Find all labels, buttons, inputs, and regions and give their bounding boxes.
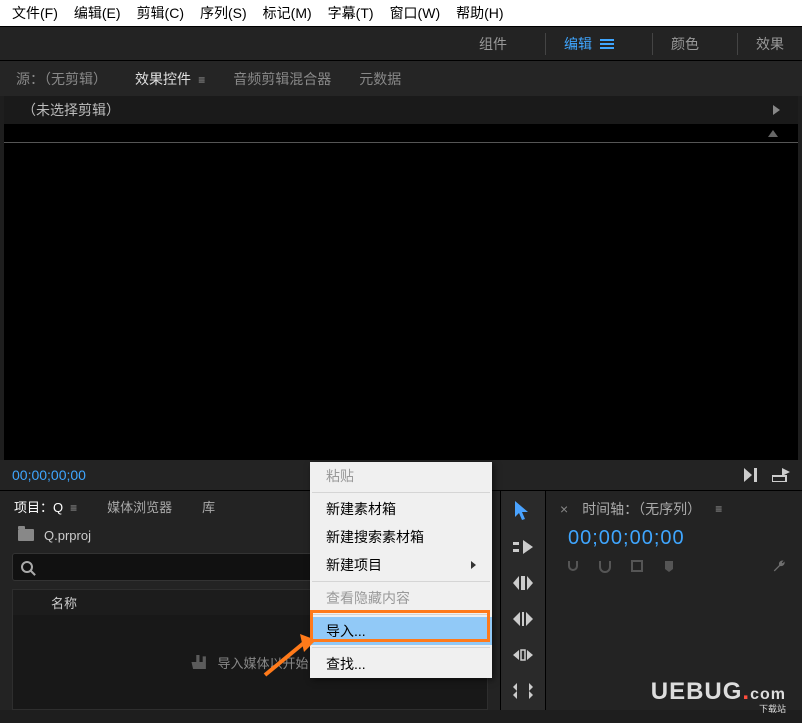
menu-sequence[interactable]: 序列(S) <box>192 1 255 25</box>
menu-window[interactable]: 窗口(W) <box>382 1 449 25</box>
ctx-import-label: 导入... <box>326 621 366 641</box>
track-select-tool-icon[interactable] <box>511 535 535 559</box>
timeline-title: 时间轴：（无序列） <box>582 499 701 519</box>
source-viewer <box>4 142 798 460</box>
workspace-bar: 组件 编辑 颜色 效果 <box>0 26 802 60</box>
export-frame-icon[interactable] <box>772 468 790 482</box>
hamburger-icon[interactable] <box>600 39 614 49</box>
watermark-brand: UEBUG <box>651 678 743 705</box>
ctx-new-search-bin[interactable]: 新建搜索素材箱 <box>310 523 492 551</box>
collapse-up-icon[interactable] <box>768 130 778 137</box>
ctx-paste-label: 粘贴 <box>326 466 354 486</box>
menubar: 文件(F) 编辑(E) 剪辑(C) 序列(S) 标记(M) 字幕(T) 窗口(W… <box>0 0 802 26</box>
timeline-timecode: 00;00;00;00 <box>568 527 788 550</box>
menu-file[interactable]: 文件(F) <box>4 1 66 25</box>
workspace-assembly[interactable]: 组件 <box>461 27 525 60</box>
razor-tool-icon[interactable] <box>511 607 535 631</box>
watermark: UEBUG.com 下载站 <box>651 678 786 715</box>
ctx-view-hidden: 查看隐藏内容 <box>310 584 492 612</box>
source-panel-tabs: 源：（无剪辑） 效果控件 ≡ 音频剪辑混合器 元数据 <box>0 60 802 96</box>
ctx-new-item[interactable]: 新建项目 <box>310 551 492 579</box>
hand-icon <box>191 655 207 669</box>
ctx-find-label: 查找... <box>326 654 366 674</box>
project-panel-menu-icon[interactable]: ≡ <box>67 501 77 515</box>
magnet-icon[interactable] <box>598 559 612 573</box>
ctx-new-item-label: 新建项目 <box>326 555 382 575</box>
submenu-arrow-icon <box>471 561 476 569</box>
timeline-menu-icon[interactable]: ≡ <box>715 502 722 516</box>
ctx-paste: 粘贴 <box>310 462 492 490</box>
watermark-suffix: com <box>750 686 786 703</box>
tool-strip <box>500 491 546 710</box>
step-forward-icon[interactable] <box>744 468 758 482</box>
menu-clip[interactable]: 剪辑(C) <box>129 1 192 25</box>
close-icon[interactable]: × <box>560 501 568 517</box>
timeline-tool-icons <box>560 558 788 574</box>
slip-tool-icon[interactable] <box>511 643 535 667</box>
linked-selection-icon[interactable] <box>630 559 644 573</box>
column-name: 名称 <box>51 593 77 612</box>
selection-tool-icon[interactable] <box>511 499 535 523</box>
workspace-editing-label: 编辑 <box>564 34 592 54</box>
menu-marker[interactable]: 标记(M) <box>255 1 320 25</box>
slide-tool-icon[interactable] <box>511 679 535 703</box>
ctx-view-hidden-label: 查看隐藏内容 <box>326 588 410 608</box>
context-menu: 粘贴 新建素材箱 新建搜索素材箱 新建项目 查看隐藏内容 导入... 查找... <box>310 462 492 678</box>
bin-icon <box>18 529 34 541</box>
tab-audio-mixer[interactable]: 音频剪辑混合器 <box>233 69 331 89</box>
workspace-editing[interactable]: 编辑 <box>546 27 632 60</box>
ripple-edit-tool-icon[interactable] <box>511 571 535 595</box>
marker-icon[interactable] <box>662 559 676 573</box>
tab-media-browser[interactable]: 媒体浏览器 <box>107 497 172 516</box>
menu-title[interactable]: 字幕(T) <box>320 1 382 25</box>
ctx-import[interactable]: 导入... <box>310 617 492 645</box>
no-clip-label: （未选择剪辑） <box>22 100 120 120</box>
source-timecode: 00;00;00;00 <box>12 467 86 483</box>
panel-menu-icon[interactable]: ≡ <box>195 73 205 87</box>
workspace-color[interactable]: 颜色 <box>653 27 717 60</box>
ctx-new-bin-label: 新建素材箱 <box>326 499 396 519</box>
collapse-row <box>4 124 798 142</box>
workspace-effects[interactable]: 效果 <box>738 27 802 60</box>
ctx-new-search-bin-label: 新建搜索素材箱 <box>326 527 424 547</box>
tab-project-label: 项目：Q <box>14 500 63 515</box>
ctx-find[interactable]: 查找... <box>310 650 492 678</box>
project-filename: Q.prproj <box>44 528 91 543</box>
tab-effect-controls[interactable]: 效果控件 ≡ <box>135 69 205 89</box>
tab-library[interactable]: 库 <box>202 497 215 516</box>
snap-icon[interactable] <box>566 559 580 573</box>
ctx-new-bin[interactable]: 新建素材箱 <box>310 495 492 523</box>
play-icon[interactable] <box>773 105 780 115</box>
tab-effect-controls-label: 效果控件 <box>135 71 191 87</box>
wrench-icon[interactable] <box>772 558 788 574</box>
menu-help[interactable]: 帮助(H) <box>448 1 511 25</box>
tab-metadata[interactable]: 元数据 <box>359 69 401 89</box>
tab-project[interactable]: 项目：Q ≡ <box>14 497 77 516</box>
menu-edit[interactable]: 编辑(E) <box>66 1 129 25</box>
search-icon <box>21 561 33 573</box>
tab-source[interactable]: 源：（无剪辑） <box>16 69 107 89</box>
import-hint: 导入媒体以开始 <box>217 653 308 672</box>
timeline-header: × 时间轴：（无序列） ≡ <box>560 499 788 519</box>
effect-controls-header: （未选择剪辑） <box>4 96 798 124</box>
